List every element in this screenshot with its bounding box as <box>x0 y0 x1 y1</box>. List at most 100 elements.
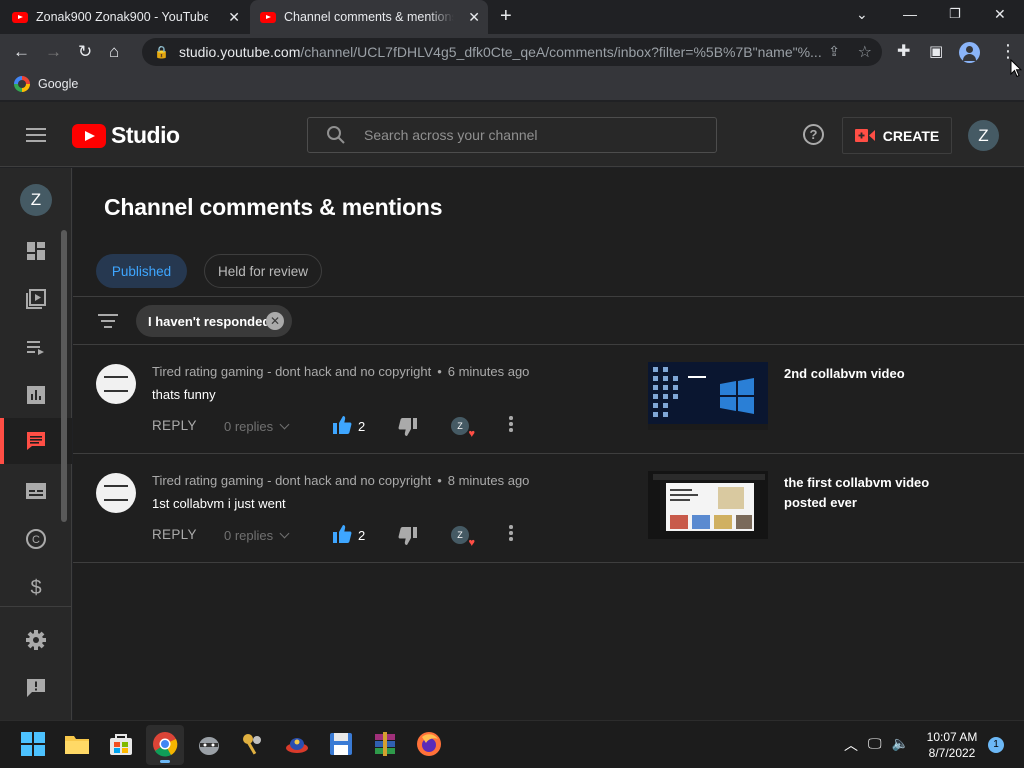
video-title[interactable]: the first collabvm video posted ever <box>784 473 944 513</box>
home-icon[interactable]: ⌂ <box>109 42 119 62</box>
comment-author[interactable]: Tired rating gaming - dont hack and no c… <box>152 473 431 488</box>
dislike-icon[interactable] <box>398 417 418 437</box>
extensions-icon[interactable]: ✚ <box>897 42 910 62</box>
tab-published[interactable]: Published <box>96 254 187 288</box>
restore-icon[interactable]: ❐ <box>949 6 961 22</box>
reply-button[interactable]: REPLY <box>152 418 197 433</box>
tab-channel-comments[interactable]: Channel comments & mentions ✕ <box>250 0 488 34</box>
chrome-icon[interactable] <box>152 731 178 757</box>
close-window-icon[interactable]: ✕ <box>994 6 1006 23</box>
close-tab-icon[interactable]: ✕ <box>228 9 240 26</box>
minimize-icon[interactable]: — <box>903 6 917 22</box>
back-icon[interactable]: ← <box>13 42 30 62</box>
network-icon[interactable]: 🖵 <box>868 735 882 755</box>
replies-toggle[interactable]: 0 replies <box>224 528 290 543</box>
google-icon <box>14 76 30 92</box>
reload-icon[interactable]: ↻ <box>78 42 92 62</box>
floppy-disk-icon[interactable] <box>328 731 354 757</box>
file-explorer-icon[interactable] <box>64 731 90 757</box>
channel-avatar[interactable]: Z <box>20 184 52 216</box>
url-host: studio.youtube.com <box>178 44 301 60</box>
comment-author[interactable]: Tired rating gaming - dont hack and no c… <box>152 364 431 379</box>
clock-time: 10:07 AM <box>926 730 978 744</box>
video-thumbnail[interactable] <box>648 362 768 430</box>
search-input[interactable] <box>364 127 684 143</box>
more-options-icon[interactable] <box>509 525 513 541</box>
new-tab-icon[interactable]: + <box>500 5 512 28</box>
browser-tab-strip: Zonak900 Zonak900 - YouTube ✕ Channel co… <box>0 0 1024 34</box>
comments-icon <box>27 432 45 450</box>
bookmark-google[interactable]: Google <box>14 76 78 92</box>
feedback-icon <box>27 679 45 697</box>
close-tab-icon[interactable]: ✕ <box>468 9 480 26</box>
help-icon[interactable]: ? <box>803 124 824 145</box>
creator-heart-icon[interactable]: Z <box>451 526 475 549</box>
playlists-icon <box>27 341 44 355</box>
video-thumbnail[interactable] <box>648 471 768 539</box>
raccoon-app-icon[interactable] <box>196 731 222 757</box>
replies-toggle[interactable]: 0 replies <box>224 419 290 434</box>
firefox-icon[interactable] <box>416 731 442 757</box>
tab-title: Channel comments & mentions <box>284 10 454 24</box>
clock[interactable]: 10:07 AM 8/7/2022 <box>920 729 984 761</box>
tab-held-for-review[interactable]: Held for review <box>204 254 322 288</box>
nav-divider <box>0 606 72 607</box>
winrar-icon[interactable] <box>372 731 398 757</box>
volume-icon[interactable]: 🔈 <box>892 735 909 755</box>
side-panel-icon[interactable]: ▣ <box>929 42 943 62</box>
nav-item-copyright[interactable]: C <box>0 516 72 562</box>
comment-time[interactable]: 6 minutes ago <box>448 364 530 379</box>
tab-search-icon[interactable]: ⌄ <box>856 6 868 23</box>
share-icon[interactable]: ⇪ <box>828 43 840 60</box>
dashboard-icon <box>27 242 45 260</box>
divider <box>73 296 1024 297</box>
dollar-icon: $ <box>30 577 41 598</box>
content-icon <box>26 289 46 309</box>
tab-youtube[interactable]: Zonak900 Zonak900 - YouTube ✕ <box>12 0 248 34</box>
like-icon[interactable] <box>332 524 352 544</box>
comment-time[interactable]: 8 minutes ago <box>448 473 530 488</box>
filter-icon[interactable] <box>98 314 118 328</box>
notification-badge[interactable]: 1 <box>988 737 1004 753</box>
create-button[interactable]: CREATE <box>842 117 952 154</box>
remove-filter-icon[interactable]: ✕ <box>266 312 284 330</box>
game-app-icon[interactable] <box>284 731 310 757</box>
reply-button[interactable]: REPLY <box>152 527 197 542</box>
search-box[interactable] <box>307 117 717 153</box>
hamburger-menu-icon[interactable] <box>26 128 46 142</box>
creator-heart-icon[interactable]: Z <box>451 417 475 440</box>
chevron-down-icon <box>279 528 290 539</box>
clock-date: 8/7/2022 <box>928 746 976 760</box>
account-avatar[interactable]: Z <box>968 120 999 151</box>
mouse-cursor-icon <box>1010 59 1022 78</box>
taskbar: ︿ 🖵 🔈 10:07 AM 8/7/2022 1 <box>0 720 1024 768</box>
like-count: 2 <box>358 528 366 543</box>
nav-item-settings[interactable] <box>0 617 72 663</box>
replies-count: 0 replies <box>224 528 274 543</box>
nav-item-earn[interactable]: $ <box>0 564 72 610</box>
store-icon[interactable] <box>108 731 134 757</box>
comment-meta: Tired rating gaming - dont hack and no c… <box>152 364 529 379</box>
address-bar[interactable]: 🔒 studio.youtube.com /channel/UCL7fDHLV4… <box>142 38 882 66</box>
chrome-menu-icon[interactable]: ⋮ <box>999 41 1017 61</box>
studio-logo[interactable]: Studio <box>72 122 180 149</box>
keys-app-icon[interactable] <box>240 731 266 757</box>
video-camera-icon <box>854 129 875 142</box>
show-hidden-icons-icon[interactable]: ︿ <box>844 735 858 755</box>
like-icon[interactable] <box>332 415 352 435</box>
commenter-avatar[interactable] <box>96 473 136 513</box>
nav-item-feedback[interactable] <box>0 665 72 711</box>
copyright-icon: C <box>26 529 46 549</box>
dislike-icon[interactable] <box>398 526 418 546</box>
left-nav: Z C $ <box>0 168 72 720</box>
more-options-icon[interactable] <box>509 416 513 432</box>
filter-chip[interactable]: I haven't responded ✕ <box>136 305 292 337</box>
nav-scrollbar[interactable] <box>61 230 67 522</box>
profile-avatar-icon[interactable] <box>959 42 980 63</box>
windows-start-icon[interactable] <box>20 731 46 757</box>
forward-icon[interactable]: → <box>45 42 62 62</box>
commenter-avatar[interactable] <box>96 364 136 404</box>
video-title[interactable]: 2nd collabvm video <box>784 364 944 384</box>
bookmark-star-icon[interactable]: ☆ <box>858 42 872 62</box>
search-icon <box>327 126 345 144</box>
